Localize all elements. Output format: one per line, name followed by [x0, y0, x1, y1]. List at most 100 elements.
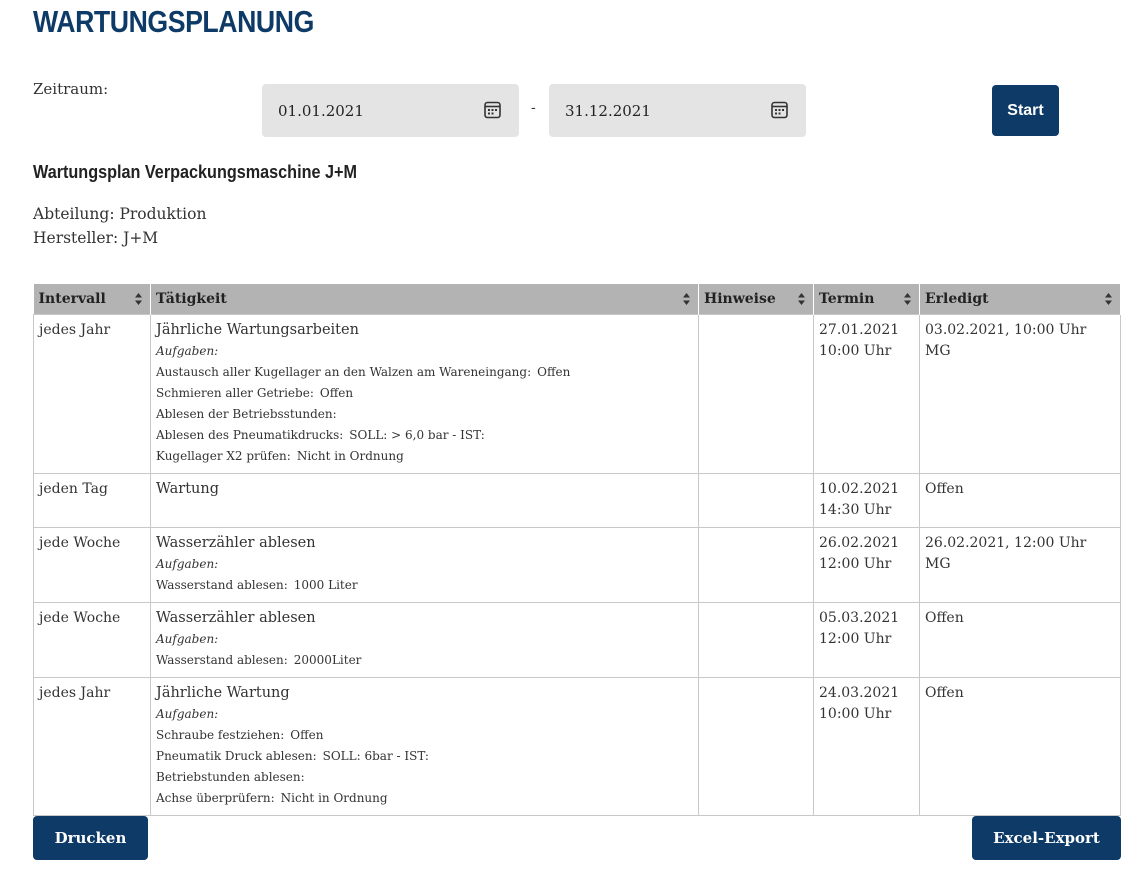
- interval-cell: jedes Jahr: [33, 313, 151, 474]
- subtask-value: Offen: [537, 364, 571, 379]
- plan-title: Wartungsplan Verpackungsmaschine J+M: [33, 162, 357, 182]
- interval-cell: jede Woche: [33, 526, 151, 603]
- subtask-value: Offen: [319, 385, 354, 400]
- interval-cell: jede Woche: [33, 601, 151, 678]
- subtask-label: Schraube festziehen:: [156, 727, 285, 742]
- subtask-label: Pneumatik Druck ablesen:: [156, 748, 317, 763]
- notes-cell: [698, 313, 814, 474]
- sort-icon[interactable]: [904, 293, 911, 305]
- excel-export-button[interactable]: Excel-Export: [972, 816, 1121, 860]
- subtask-item: Ablesen der Betriebsstunden:: [156, 404, 693, 425]
- done-status: 03.02.2021, 10:00 Uhr: [925, 321, 1087, 338]
- done-cell: Offen: [919, 472, 1121, 528]
- subtask-label: Achse überprüfern:: [156, 790, 275, 805]
- period-label: Zeitraum:: [33, 80, 109, 98]
- due-cell: 26.02.2021 12:00 Uhr: [813, 526, 920, 603]
- due-date: 27.01.2021: [819, 321, 900, 338]
- task-title: Wasserzähler ablesen: [156, 609, 316, 626]
- sort-icon[interactable]: [798, 293, 805, 305]
- due-date: 05.03.2021: [819, 609, 900, 626]
- task-cell: Wasserzähler ablesen Aufgaben: Wassersta…: [150, 526, 699, 603]
- subtask-label: Austausch aller Kugellager an den Walzen…: [156, 364, 532, 379]
- sort-icon[interactable]: [683, 293, 690, 305]
- notes-cell: [698, 601, 814, 678]
- subtask-item: Ablesen des Pneumatikdrucks: SOLL: > 6,0 …: [156, 425, 693, 446]
- to-date-value: 31.12.2021: [565, 101, 651, 120]
- column-header-done[interactable]: Erledigt: [919, 284, 1121, 314]
- done-by: MG: [925, 342, 951, 359]
- table-row: jede Woche Wasserzähler ablesen Aufgaben…: [33, 601, 1121, 678]
- column-header-label: Hinweise: [704, 290, 776, 307]
- task-cell: Jährliche Wartungsarbeiten Aufgaben: Aus…: [150, 313, 699, 474]
- subtask-label: Ablesen der Betriebsstunden:: [156, 406, 337, 421]
- due-time: 12:00 Uhr: [819, 555, 892, 572]
- column-header-task[interactable]: Tätigkeit: [150, 284, 699, 314]
- due-date: 26.02.2021: [819, 534, 900, 551]
- calendar-icon[interactable]: [484, 100, 501, 119]
- page-title: WARTUNGSPLANUNG: [33, 4, 314, 39]
- due-cell: 05.03.2021 12:00 Uhr: [813, 601, 920, 678]
- from-date-input[interactable]: 01.01.2021: [262, 84, 519, 137]
- table-row: jeden Tag Wartung 10.02.2021 14:30 Uhr O…: [33, 472, 1121, 528]
- calendar-icon[interactable]: [771, 100, 788, 119]
- notes-cell: [698, 472, 814, 528]
- column-header-notes[interactable]: Hinweise: [698, 284, 814, 314]
- maintenance-table: Intervall Tätigkeit Hinweise Termin Erle…: [33, 284, 1121, 816]
- subtask-item: Betriebstunden ablesen:: [156, 767, 693, 788]
- start-button[interactable]: Start: [992, 85, 1059, 136]
- done-by: MG: [925, 555, 951, 572]
- table-row: jedes Jahr Jährliche Wartungsarbeiten Au…: [33, 313, 1121, 474]
- due-cell: 10.02.2021 14:30 Uhr: [813, 472, 920, 528]
- sort-icon[interactable]: [135, 293, 142, 305]
- subtask-label: Schmieren aller Getriebe:: [156, 385, 314, 400]
- subtask-value: Nicht in Ordnung: [296, 448, 404, 463]
- column-header-due[interactable]: Termin: [813, 284, 920, 314]
- subtasks-heading: Aufgaben:: [156, 631, 219, 646]
- subtask-label: Kugellager X2 prüfen:: [156, 448, 291, 463]
- table-row: jede Woche Wasserzähler ablesen Aufgaben…: [33, 526, 1121, 603]
- subtask-value: Nicht in Ordnung: [280, 790, 388, 805]
- to-date-input[interactable]: 31.12.2021: [549, 84, 806, 137]
- subtask-item: Schmieren aller Getriebe: Offen: [156, 383, 693, 404]
- done-status: Offen: [925, 609, 964, 626]
- done-status: 26.02.2021, 12:00 Uhr: [925, 534, 1087, 551]
- subtask-item: Achse überprüfern: Nicht in Ordnung: [156, 788, 693, 809]
- table-row: jedes Jahr Jährliche Wartung Aufgaben: S…: [33, 676, 1121, 816]
- task-title: Jährliche Wartung: [156, 684, 290, 701]
- task-title: Jährliche Wartungsarbeiten: [156, 321, 359, 338]
- subtasks-heading: Aufgaben:: [156, 343, 219, 358]
- task-cell: Jährliche Wartung Aufgaben: Schraube fes…: [150, 676, 699, 816]
- column-header-label: Erledigt: [925, 290, 989, 307]
- due-cell: 27.01.2021 10:00 Uhr: [813, 313, 920, 474]
- due-time: 10:00 Uhr: [819, 705, 892, 722]
- department-text: Abteilung: Produktion: [33, 205, 207, 223]
- done-status: Offen: [925, 684, 964, 701]
- column-header-label: Intervall: [38, 290, 106, 307]
- subtask-label: Wasserstand ablesen:: [156, 577, 288, 592]
- done-cell: Offen: [919, 676, 1121, 816]
- print-button[interactable]: Drucken: [33, 816, 148, 860]
- column-header-label: Termin: [819, 290, 875, 307]
- subtask-value: 20000Liter: [293, 652, 362, 667]
- done-status: Offen: [925, 480, 964, 497]
- subtask-item: Austausch aller Kugellager an den Walzen…: [156, 362, 693, 383]
- notes-cell: [698, 526, 814, 603]
- column-header-interval[interactable]: Intervall: [33, 284, 151, 314]
- table-header-row: Intervall Tätigkeit Hinweise Termin Erle…: [33, 284, 1121, 314]
- sort-icon[interactable]: [1105, 293, 1112, 305]
- due-time: 10:00 Uhr: [819, 342, 892, 359]
- task-cell: Wasserzähler ablesen Aufgaben: Wassersta…: [150, 601, 699, 678]
- subtasks-heading: Aufgaben:: [156, 556, 219, 571]
- subtask-value: 1000 Liter: [293, 577, 358, 592]
- interval-cell: jeden Tag: [33, 472, 151, 528]
- task-title: Wasserzähler ablesen: [156, 534, 316, 551]
- subtask-item: Schraube festziehen: Offen: [156, 725, 693, 746]
- interval-cell: jedes Jahr: [33, 676, 151, 816]
- subtask-value: SOLL: > 6,0 bar - IST:: [349, 427, 485, 442]
- column-header-label: Tätigkeit: [156, 290, 227, 307]
- subtask-label: Betriebstunden ablesen:: [156, 769, 305, 784]
- due-time: 14:30 Uhr: [819, 501, 892, 518]
- task-cell: Wartung: [150, 472, 699, 528]
- due-date: 24.03.2021: [819, 684, 900, 701]
- done-cell: 03.02.2021, 10:00 Uhr MG: [919, 313, 1121, 474]
